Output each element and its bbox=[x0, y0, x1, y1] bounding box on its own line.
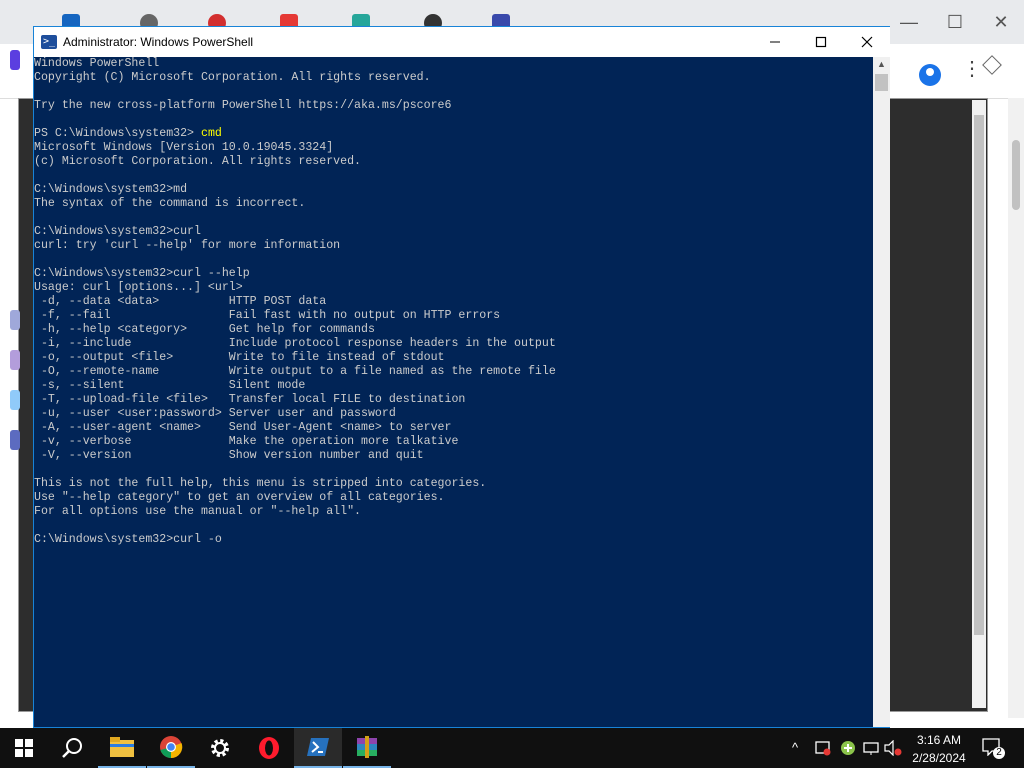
tray-chevron-icon[interactable]: ^ bbox=[792, 740, 798, 755]
console-line: -O, --remote-name Write output to a file… bbox=[34, 365, 556, 378]
sidebar-app-icon[interactable] bbox=[10, 430, 20, 450]
console-line: C:\Windows\system32>curl -o bbox=[34, 533, 222, 546]
console-line: C:\Windows\system32>curl --help bbox=[34, 267, 250, 280]
minimize-icon bbox=[770, 41, 780, 43]
taskbar-file-explorer[interactable] bbox=[98, 728, 146, 768]
browser-minimize-button[interactable]: — bbox=[886, 0, 932, 44]
console-line: For all options use the manual or "--hel… bbox=[34, 505, 361, 518]
sidebar-app-icon[interactable] bbox=[10, 50, 20, 70]
tray-security-icon[interactable] bbox=[815, 740, 831, 756]
powershell-window[interactable]: >_ Administrator: Windows PowerShell Win… bbox=[33, 26, 890, 728]
console-line: -d, --data <data> HTTP POST data bbox=[34, 295, 327, 308]
browser-close-button[interactable]: ✕ bbox=[978, 0, 1024, 44]
console-line: Windows PowerShell bbox=[34, 57, 160, 70]
chrome-icon bbox=[160, 736, 183, 759]
console-output[interactable]: Windows PowerShell Copyright (C) Microsof… bbox=[34, 57, 873, 727]
sidebar-app-icon[interactable] bbox=[10, 310, 20, 330]
maximize-icon bbox=[815, 36, 827, 48]
taskbar-powershell[interactable] bbox=[294, 728, 342, 768]
page-scrollbar-thumb[interactable] bbox=[974, 115, 984, 635]
sidebar-app-icon[interactable] bbox=[10, 390, 20, 410]
console-line: -i, --include Include protocol response … bbox=[34, 337, 556, 350]
tray-volume-muted-icon[interactable] bbox=[884, 740, 902, 756]
console-line: -T, --upload-file <file> Transfer local … bbox=[34, 393, 466, 406]
console-line: Usage: curl [options...] <url> bbox=[34, 281, 243, 294]
window-title: Administrator: Windows PowerShell bbox=[63, 35, 254, 49]
console-scrollbar[interactable] bbox=[873, 57, 890, 727]
console-line: C:\Windows\system32>md bbox=[34, 183, 188, 196]
menu-kebab-icon[interactable]: ⋮ bbox=[962, 59, 982, 79]
console-line: Use "--help category" to get an overview… bbox=[34, 491, 445, 504]
browser-window-controls: — ☐ ✕ bbox=[886, 0, 1024, 44]
console-line: -A, --user-agent <name> Send User-Agent … bbox=[34, 421, 452, 434]
powershell-title-bar[interactable]: >_ Administrator: Windows PowerShell bbox=[34, 27, 890, 57]
close-button[interactable] bbox=[844, 27, 890, 57]
console-lines: Windows PowerShell Copyright (C) Microsof… bbox=[34, 57, 873, 547]
clock-date: 2/28/2024 bbox=[912, 751, 966, 765]
console-line: (c) Microsoft Corporation. All rights re… bbox=[34, 155, 361, 168]
taskbar-winrar[interactable] bbox=[343, 728, 391, 768]
minimize-button[interactable] bbox=[752, 27, 798, 57]
console-line: -V, --version Show version number and qu… bbox=[34, 449, 424, 462]
console-scrollbar-thumb[interactable] bbox=[875, 74, 888, 91]
taskbar-settings[interactable] bbox=[196, 728, 244, 768]
console-line: Try the new cross-platform PowerShell ht… bbox=[34, 99, 452, 112]
tray-display-icon[interactable] bbox=[863, 740, 879, 756]
console-line: -u, --user <user:password> Server user a… bbox=[34, 407, 396, 420]
console-line: -h, --help <category> Get help for comma… bbox=[34, 323, 375, 336]
winrar-icon bbox=[357, 736, 377, 758]
powershell-icon: >_ bbox=[41, 35, 57, 49]
powershell-icon bbox=[307, 738, 329, 756]
console-line: PS C:\Windows\system32> cmd bbox=[34, 127, 222, 140]
notification-count-badge: 2 bbox=[993, 747, 1005, 759]
taskbar-opera[interactable] bbox=[245, 728, 293, 768]
console-command-text: cmd bbox=[200, 127, 222, 140]
console-line: -v, --verbose Make the operation more ta… bbox=[34, 435, 459, 448]
console-line: This is not the full help, this menu is … bbox=[34, 477, 487, 490]
scroll-up-arrow-icon[interactable]: ▲ bbox=[873, 57, 890, 72]
close-icon bbox=[861, 36, 873, 48]
console-line: The syntax of the command is incorrect. bbox=[34, 197, 306, 210]
console-line: curl: try 'curl --help' for more informa… bbox=[34, 239, 341, 252]
console-line: -s, --silent Silent mode bbox=[34, 379, 306, 392]
outer-scrollbar-thumb[interactable] bbox=[1012, 140, 1020, 210]
console-line: Copyright (C) Microsoft Corporation. All… bbox=[34, 71, 431, 84]
clock-time: 3:16 AM bbox=[916, 733, 962, 747]
search-button[interactable] bbox=[48, 728, 96, 768]
settings-icon bbox=[211, 739, 229, 757]
console-line: C:\Windows\system32>curl bbox=[34, 225, 201, 238]
maximize-button[interactable] bbox=[798, 27, 844, 57]
console-line: -f, --fail Fail fast with no output on H… bbox=[34, 309, 501, 322]
browser-maximize-button[interactable]: ☐ bbox=[932, 0, 978, 44]
profile-icon[interactable] bbox=[919, 64, 941, 86]
taskbar-chrome[interactable] bbox=[147, 728, 195, 768]
notifications-button[interactable]: 2 bbox=[982, 738, 1005, 759]
search-icon bbox=[62, 738, 82, 758]
tray-network-add-icon[interactable] bbox=[840, 740, 856, 756]
file-explorer-icon bbox=[110, 737, 134, 757]
sidebar-app-icon[interactable] bbox=[10, 350, 20, 370]
console-line: -o, --output <file> Write to file instea… bbox=[34, 351, 445, 364]
opera-icon bbox=[259, 737, 279, 759]
taskbar-clock[interactable]: 3:16 AM 2/28/2024 bbox=[906, 728, 972, 768]
start-button[interactable] bbox=[0, 728, 48, 768]
console-line: Microsoft Windows [Version 10.0.19045.33… bbox=[34, 141, 334, 154]
windows-start-icon bbox=[15, 739, 33, 757]
